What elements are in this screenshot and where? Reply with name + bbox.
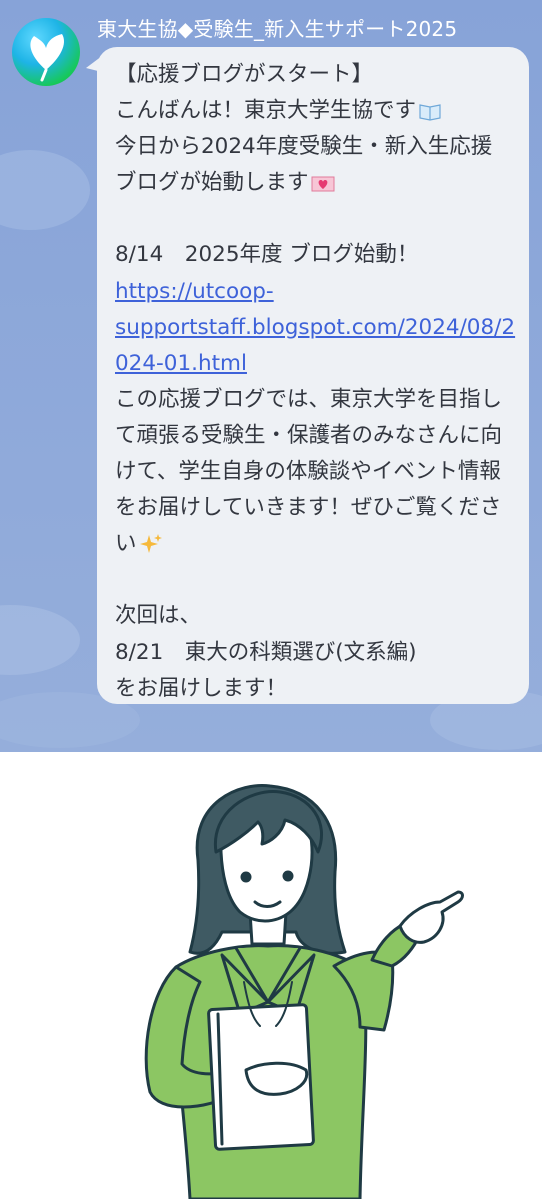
message-line: 次回は、 <box>115 603 202 629</box>
message-paragraph: この応援ブログでは、東京大学を目指して頑張る受験生・保護者のみなさんに向けて、学… <box>115 386 503 557</box>
message-line: こんばんは！東京大学生協です <box>115 93 513 129</box>
ginkgo-leaf-icon <box>30 34 65 82</box>
message-line: 今日から2024年度受験生・新入生応援 <box>115 134 493 160</box>
student-pointing-illustration <box>0 752 542 1199</box>
illustration-canvas <box>144 784 464 1199</box>
message-text: 【応援ブログがスタート】 こんばんは！東京大学生協です 今日から2024年度受験… <box>115 57 515 704</box>
message-line <box>115 201 513 237</box>
blog-link[interactable]: 024-01.html <box>115 346 513 382</box>
open-book-icon <box>419 104 441 121</box>
message-line: 【応援ブログがスタート】 <box>115 62 374 87</box>
message-line: ブログが始動します <box>115 165 513 201</box>
message-line: をお届けします！ <box>115 675 288 701</box>
blog-link[interactable]: https://utcoop- <box>115 274 513 310</box>
sender-name: 東大生協◆受験生_新入生サポート2025 <box>97 17 458 41</box>
sparkles-icon <box>139 534 162 554</box>
message-line: 8/14 2025年度 ブログ始動！ <box>115 242 419 268</box>
blog-link[interactable]: supportstaff.blogspot.com/2024/08/2 <box>115 310 515 346</box>
sender-avatar[interactable] <box>12 18 80 86</box>
message-bubble[interactable]: 【応援ブログがスタート】 こんばんは！東京大学生協です 今日から2024年度受験… <box>97 47 529 704</box>
message-line <box>115 562 513 598</box>
chat-view: 東大生協◆受験生_新入生サポート2025 【応援ブログがスタート】 こんばんは！… <box>0 0 542 752</box>
message-line: 8/21 東大の科類選び(文系編) <box>115 639 417 665</box>
heart-letter-icon <box>311 176 335 192</box>
